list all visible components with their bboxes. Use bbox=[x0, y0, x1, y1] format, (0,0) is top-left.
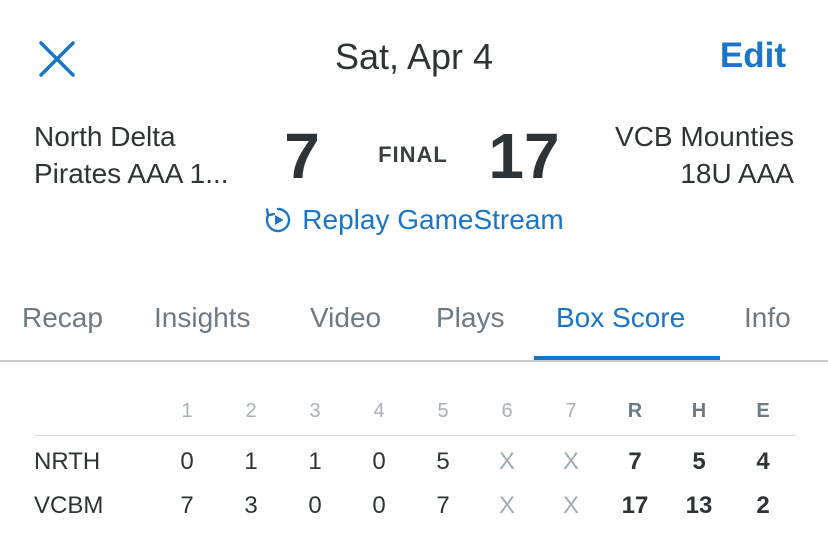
column-header: 2 bbox=[245, 400, 257, 422]
column-header: 4 bbox=[373, 400, 385, 422]
table-cell: 7 bbox=[436, 492, 450, 519]
column-header-errors: E bbox=[756, 400, 770, 422]
edit-button[interactable]: Edit bbox=[720, 36, 786, 76]
table-cell: X bbox=[498, 448, 515, 475]
table-cell: 1 bbox=[244, 448, 258, 475]
away-team-name[interactable]: North Delta Pirates AAA 1... bbox=[34, 118, 264, 192]
away-score: 7 bbox=[284, 120, 320, 192]
table-cell-hits: 13 bbox=[685, 492, 713, 519]
table-cell: 5 bbox=[436, 448, 450, 475]
column-header-runs: R bbox=[627, 400, 643, 422]
home-team-name[interactable]: VCB Mounties 18U AAA bbox=[554, 118, 794, 192]
tab-bar: Recap Insights Video Plays Box Score Inf… bbox=[0, 290, 828, 362]
replay-icon bbox=[264, 206, 292, 234]
table-cell-runs: 7 bbox=[628, 448, 642, 475]
active-tab-indicator bbox=[534, 356, 720, 360]
table-cell-errors: 2 bbox=[756, 492, 770, 519]
tab-plays[interactable]: Plays bbox=[436, 302, 504, 334]
table-cell-hits: 5 bbox=[692, 448, 706, 475]
table-cell: 0 bbox=[372, 448, 386, 475]
tab-recap[interactable]: Recap bbox=[22, 302, 103, 334]
row-team-label: NRTH bbox=[34, 448, 101, 475]
away-team-name-line1: North Delta bbox=[34, 121, 176, 152]
home-team-name-line1: VCB Mounties bbox=[615, 121, 794, 152]
replay-label: Replay GameStream bbox=[302, 204, 564, 235]
table-cell: 7 bbox=[180, 492, 194, 519]
column-header: 7 bbox=[565, 400, 577, 422]
column-header: 3 bbox=[309, 400, 321, 422]
divider bbox=[34, 435, 796, 436]
table-cell: 0 bbox=[372, 492, 386, 519]
home-team-name-line2: 18U AAA bbox=[680, 158, 794, 189]
table-cell-runs: 17 bbox=[621, 492, 649, 519]
table-cell: 1 bbox=[308, 448, 322, 475]
row-team-label: VCBM bbox=[34, 492, 104, 519]
game-status: FINAL bbox=[378, 142, 448, 167]
table-cell: 3 bbox=[244, 492, 258, 519]
table-cell: 0 bbox=[308, 492, 322, 519]
column-header: 1 bbox=[181, 400, 193, 422]
tab-box-score[interactable]: Box Score bbox=[556, 302, 685, 334]
table-cell-errors: 4 bbox=[756, 448, 770, 475]
column-header: 5 bbox=[437, 400, 449, 422]
table-cell: X bbox=[562, 448, 579, 475]
tab-insights[interactable]: Insights bbox=[154, 302, 251, 334]
column-header-hits: H bbox=[691, 400, 707, 422]
column-header: 6 bbox=[501, 400, 513, 422]
table-cell: X bbox=[562, 492, 579, 519]
replay-gamestream-button[interactable]: Replay GameStream bbox=[0, 204, 828, 236]
table-cell: 0 bbox=[180, 448, 194, 475]
away-team-name-line2: Pirates AAA 1... bbox=[34, 158, 229, 189]
tab-video[interactable]: Video bbox=[310, 302, 381, 334]
page-title: Sat, Apr 4 bbox=[334, 36, 494, 77]
table-cell: X bbox=[498, 492, 515, 519]
tab-info[interactable]: Info bbox=[744, 302, 791, 334]
